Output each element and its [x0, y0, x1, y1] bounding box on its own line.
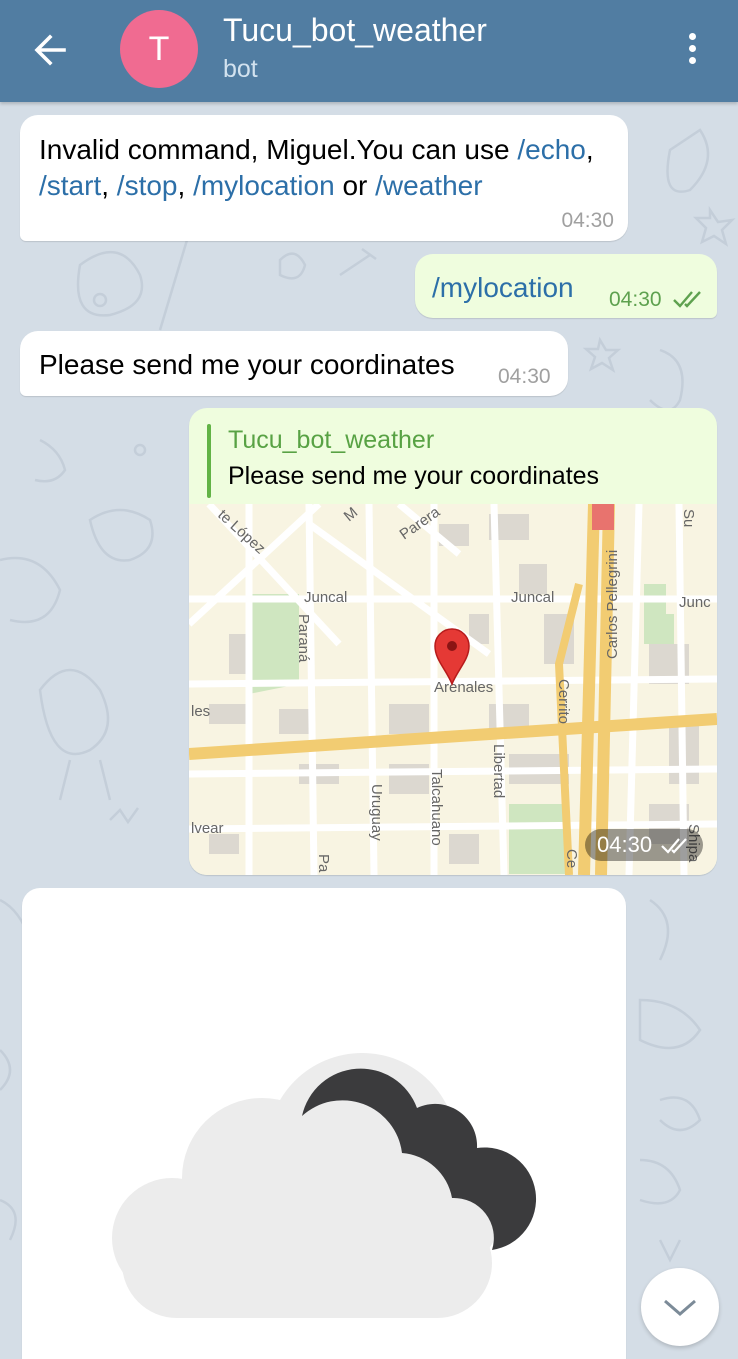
map-label: Paraná [295, 614, 312, 663]
double-check-icon [661, 838, 687, 854]
cloudy-night-weather-icon [112, 1053, 537, 1318]
chevron-down-icon [664, 1299, 696, 1316]
map-label: Pa [315, 854, 332, 873]
map-label: les [191, 703, 210, 720]
command-link-echo[interactable]: /echo [517, 134, 586, 165]
outgoing-location-message[interactable]: Tucu_bot_weather Please send me your coo… [189, 408, 717, 875]
map-label: Ce [563, 849, 580, 868]
scroll-to-bottom-button[interactable] [641, 1268, 719, 1346]
map-label: lvear [191, 820, 224, 837]
arrow-left-icon [34, 34, 66, 66]
reply-author[interactable]: Tucu_bot_weather [228, 426, 434, 455]
message-text: /mylocation [432, 272, 574, 303]
message-text: Invalid command, Miguel.You can use /ech… [39, 134, 594, 201]
command-link-weather[interactable]: /weather [375, 170, 482, 201]
message-text: Please send me your coordinates [39, 349, 455, 380]
reply-quote-text[interactable]: Please send me your coordinates [228, 462, 599, 491]
map-label: Junc [679, 594, 711, 611]
command-link-stop[interactable]: /stop [117, 170, 178, 201]
back-button[interactable] [26, 26, 78, 74]
outgoing-message[interactable]: /mylocation 04:30 [415, 254, 717, 318]
map-label: Cerrito [555, 679, 572, 724]
avatar[interactable]: T [120, 10, 198, 88]
message-time: 04:30 [498, 365, 551, 388]
incoming-image-message[interactable] [22, 888, 626, 1359]
location-map[interactable]: te López M Parera Juncal Juncal Junc Par… [189, 504, 717, 875]
reply-accent-bar [207, 424, 211, 498]
map-label: Juncal [304, 589, 347, 606]
more-options-button[interactable] [678, 28, 706, 72]
message-time: 04:30 [609, 288, 662, 311]
chat-title[interactable]: Tucu_bot_weather [223, 12, 487, 49]
more-vertical-icon [678, 33, 706, 64]
double-check-icon [673, 291, 701, 308]
message-time: 04:30 [561, 209, 614, 232]
incoming-message[interactable]: Invalid command, Miguel.You can use /ech… [20, 115, 628, 241]
command-link-start[interactable]: /start [39, 170, 101, 201]
command-link-mylocation[interactable]: /mylocation [193, 170, 335, 201]
map-label: Talcahuano [428, 769, 445, 846]
map-label: Su [680, 509, 697, 527]
map-label: Libertad [490, 744, 507, 798]
map-label: Carlos Pellegrini [604, 550, 621, 659]
map-label: Juncal [511, 589, 554, 606]
incoming-message[interactable]: Please send me your coordinates 04:30 [20, 331, 568, 396]
message-time-overlay: 04:30 [585, 829, 703, 861]
chat-header: T Tucu_bot_weather bot [0, 0, 738, 102]
map-label: Arenales [434, 679, 493, 696]
chat-status: bot [223, 55, 258, 83]
map-label: Uruguay [368, 784, 385, 841]
